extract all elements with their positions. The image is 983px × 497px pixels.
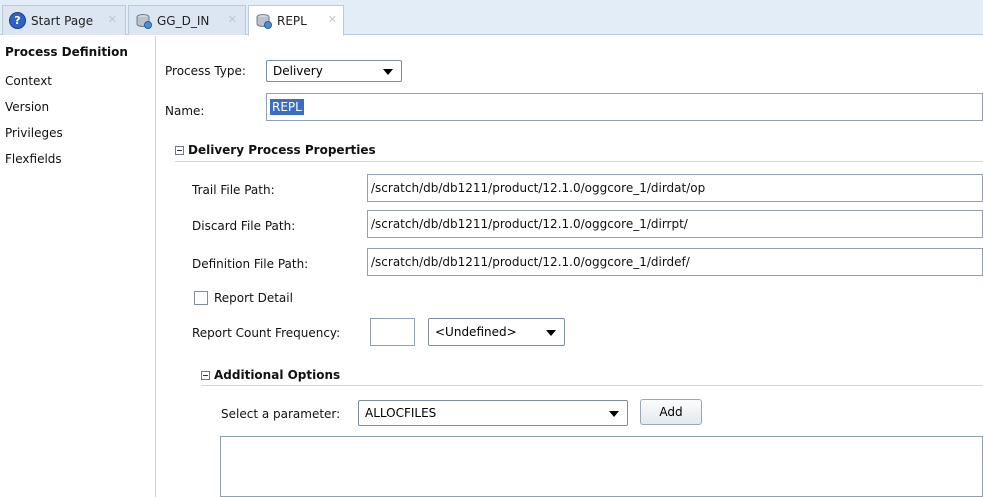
collapse-icon[interactable] [175, 145, 184, 155]
discard-file-path-value: /scratch/db/db1211/product/12.1.0/oggcor… [371, 217, 688, 231]
close-icon[interactable]: ✕ [328, 13, 337, 26]
discard-file-path-label: Discard File Path: [192, 219, 296, 233]
parameter-select[interactable]: ALLOCFILES [358, 400, 628, 426]
sidebar-item-process-definition[interactable]: Process Definition [5, 45, 128, 59]
help-icon: ? [9, 12, 26, 29]
report-detail-checkbox[interactable] [194, 291, 208, 305]
select-parameter-label: Select a parameter: [221, 407, 341, 421]
tab-start-page[interactable]: ? Start Page ✕ [2, 5, 126, 35]
section-divider [201, 385, 983, 386]
report-count-unit-value: <Undefined> [435, 325, 517, 339]
additional-options-header[interactable]: Additional Options [201, 368, 340, 382]
process-type-select[interactable]: Delivery [266, 60, 402, 82]
close-icon[interactable]: ✕ [228, 13, 237, 26]
definition-file-path-label: Definition File Path: [192, 257, 309, 271]
delivery-section-title: Delivery Process Properties [188, 143, 376, 157]
tab-repl[interactable]: REPL ✕ [248, 5, 344, 36]
sidebar: Process Definition Context Version Privi… [0, 36, 156, 497]
chevron-down-icon [609, 411, 619, 417]
close-icon[interactable]: ✕ [108, 13, 117, 26]
sidebar-item-privileges[interactable]: Privileges [5, 126, 63, 140]
additional-options-title: Additional Options [214, 368, 341, 382]
definition-file-path-value: /scratch/db/db1211/product/12.1.0/oggcor… [371, 255, 690, 269]
editor-tab-bar: ? Start Page ✕ GG_D_IN ✕ REPL ✕ [0, 0, 983, 36]
parameter-textarea[interactable] [220, 436, 983, 497]
tab-label: Start Page [31, 13, 94, 28]
tab-gg-d-in[interactable]: GG_D_IN ✕ [128, 5, 246, 35]
delivery-section-header[interactable]: Delivery Process Properties [175, 143, 376, 157]
database-process-icon [136, 13, 152, 29]
section-divider [175, 161, 983, 162]
sidebar-item-context[interactable]: Context [5, 74, 52, 88]
sidebar-item-version[interactable]: Version [5, 100, 49, 114]
name-label: Name: [165, 104, 205, 118]
trail-file-path-label: Trail File Path: [192, 183, 275, 197]
process-type-label: Process Type: [165, 64, 246, 78]
report-count-unit-select[interactable]: <Undefined> [428, 318, 565, 346]
chevron-down-icon [546, 330, 556, 336]
sidebar-item-flexfields[interactable]: Flexfields [5, 152, 62, 166]
chevron-down-icon [383, 69, 393, 75]
collapse-icon[interactable] [201, 370, 210, 380]
report-count-frequency-input[interactable] [370, 318, 415, 346]
report-detail-label: Report Detail [214, 291, 293, 305]
name-value: REPL [270, 99, 304, 115]
trail-file-path-input[interactable]: /scratch/db/db1211/product/12.1.0/oggcor… [367, 174, 983, 202]
parameter-select-value: ALLOCFILES [365, 406, 437, 420]
discard-file-path-input[interactable]: /scratch/db/db1211/product/12.1.0/oggcor… [367, 210, 983, 238]
report-count-frequency-label: Report Count Frequency: [192, 326, 341, 340]
add-button[interactable]: Add [640, 399, 702, 425]
definition-file-path-input[interactable]: /scratch/db/db1211/product/12.1.0/oggcor… [367, 248, 983, 276]
database-process-icon [256, 13, 272, 29]
tab-label: REPL [277, 13, 307, 28]
tab-label: GG_D_IN [157, 13, 210, 28]
name-input[interactable]: REPL [266, 93, 983, 121]
process-type-value: Delivery [273, 64, 323, 78]
trail-file-path-value: /scratch/db/db1211/product/12.1.0/oggcor… [371, 181, 706, 195]
